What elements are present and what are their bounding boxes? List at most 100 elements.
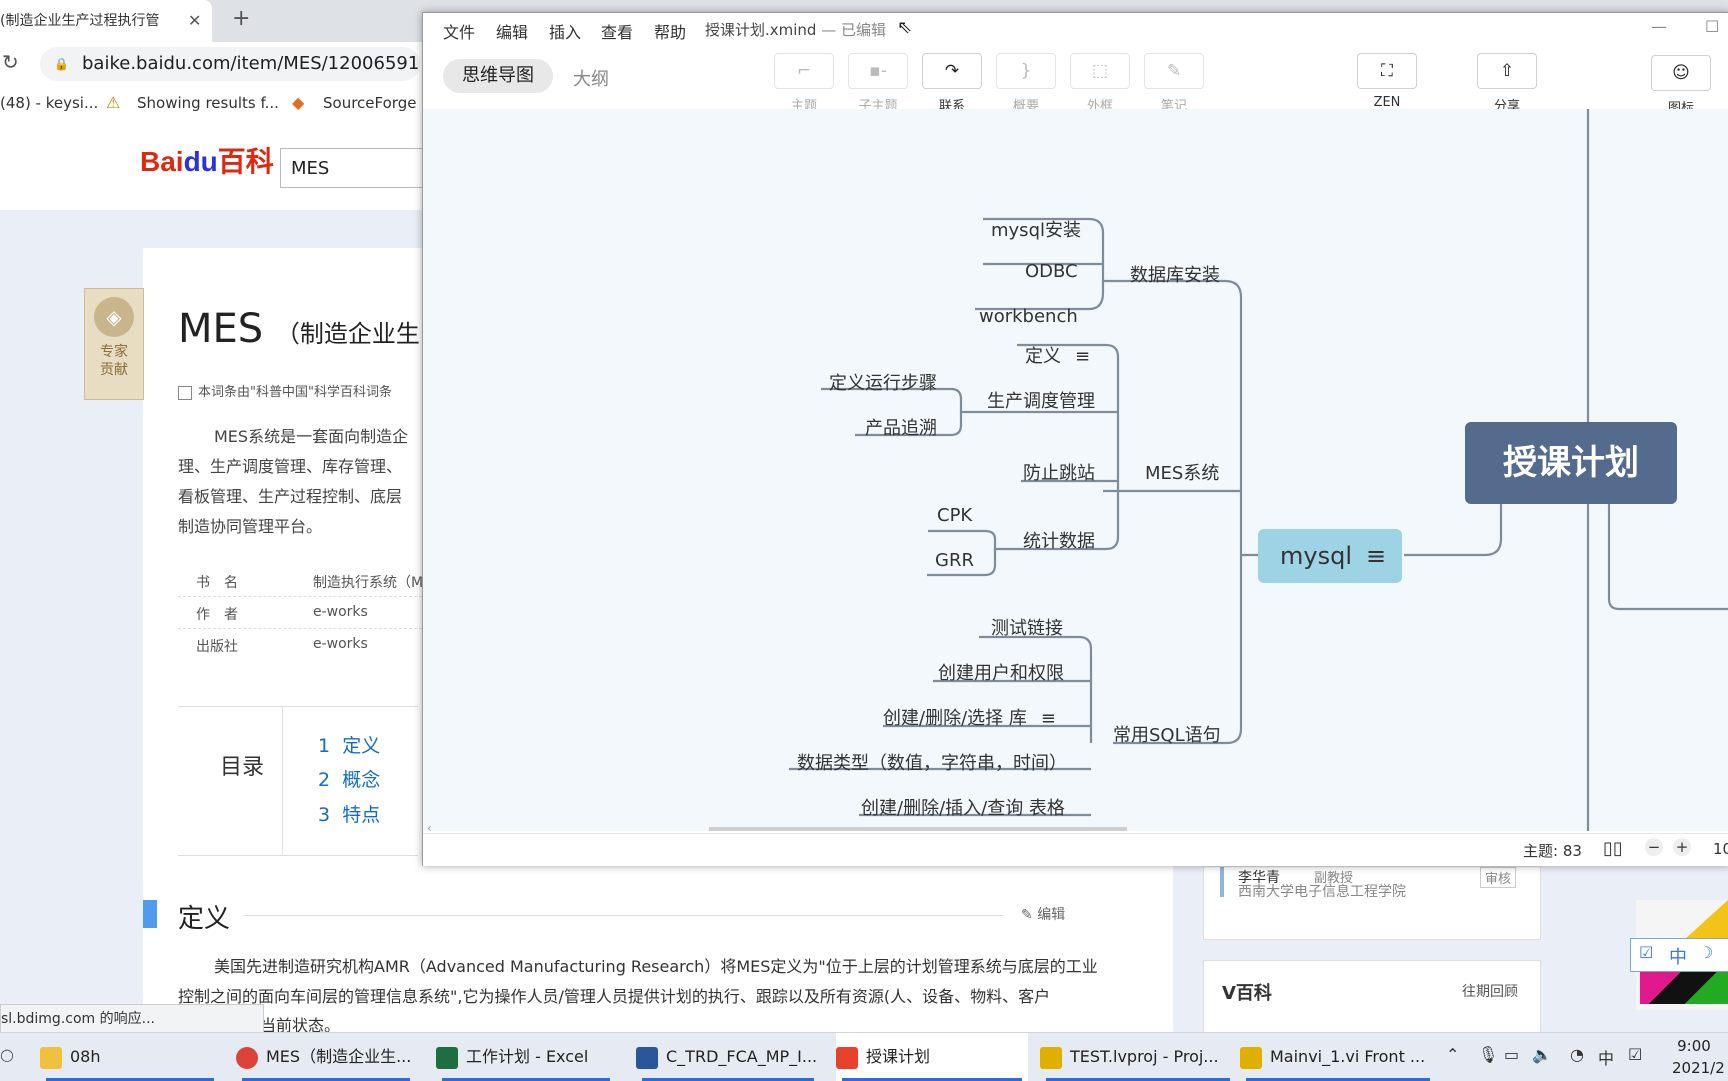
main-topic-mysql[interactable]: mysql ≡ xyxy=(1258,529,1402,583)
main-topic-label: mysql xyxy=(1280,542,1352,570)
taskbar-item-excel[interactable]: 工作计划 - Excel xyxy=(436,1033,616,1081)
toc-item-2[interactable]: 2 概念 xyxy=(318,765,380,792)
edit-button[interactable]: ✎ 编辑 xyxy=(1021,904,1065,924)
url-field[interactable]: 🔒 baike.baidu.com/item/MES/12006591 xyxy=(40,47,420,81)
baidu-baike-logo[interactable]: Baidu百科 xyxy=(140,140,274,180)
topic-workbench[interactable]: workbench xyxy=(979,306,1078,327)
speaker-icon[interactable]: 🔈 xyxy=(1532,1045,1552,1064)
ime-mode: 中 xyxy=(1669,947,1687,968)
ime-indicator[interactable]: 中 xyxy=(1598,1045,1614,1069)
notification-icon[interactable]: ☑ xyxy=(1628,1045,1642,1064)
subtopic-icon: ▪- xyxy=(848,53,908,89)
scroll-left-icon[interactable]: ‹ xyxy=(427,821,432,831)
pencil-icon: ✎ xyxy=(1021,907,1033,923)
mindmap-canvas[interactable]: 授课计划 mysql ≡ 数据库安装 mysql安装 ODBC workbench… xyxy=(423,109,1728,831)
topic-grr[interactable]: GRR xyxy=(935,550,974,571)
word-icon xyxy=(636,1046,658,1069)
topic-mysql-install[interactable]: mysql安装 xyxy=(991,216,1081,242)
topic-db-install[interactable]: 数据库安装 xyxy=(1130,261,1220,287)
summary-line: MES系统是一套面向制造企 xyxy=(214,427,409,446)
relationship-icon: ↷ xyxy=(922,53,982,89)
status-url: sl.bdimg.com 的响应... xyxy=(0,1004,264,1034)
topic-create-user[interactable]: 创建用户和权限 xyxy=(938,659,1064,685)
taskbar-item-labview-project[interactable]: TEST.lvproj - Proj... xyxy=(1040,1033,1236,1081)
vbaike-title: V百科 xyxy=(1222,983,1272,1004)
toc-item-1[interactable]: 1 定义 xyxy=(318,731,380,758)
menu-file[interactable]: 文件 xyxy=(443,19,475,43)
tab-outline[interactable]: 大纲 xyxy=(573,65,609,91)
topic-test-link[interactable]: 测试链接 xyxy=(991,614,1063,640)
past-link[interactable]: 往期回顾 xyxy=(1462,981,1518,1001)
expert-badge[interactable]: ◈ 专家贡献 xyxy=(84,288,144,400)
topic-db-ops[interactable]: 创建/删除/选择 库 ≡ xyxy=(883,704,1056,730)
section-header: 定义 ✎ 编辑 xyxy=(143,898,1083,934)
file-name: 授课计划.xmind xyxy=(705,21,817,39)
info-value: e-works xyxy=(313,604,368,620)
close-icon[interactable]: ✕ xyxy=(188,0,201,42)
clock[interactable]: 9:00 2021/2 xyxy=(1672,1035,1725,1079)
clock-date: 2021/2 xyxy=(1672,1059,1725,1077)
reload-icon[interactable]: ↻ xyxy=(2,50,19,74)
search-icon[interactable]: ○ xyxy=(0,1045,14,1064)
info-value: e-works xyxy=(313,636,368,652)
horizontal-scrollbar[interactable] xyxy=(709,827,1127,831)
bookmark-item[interactable]: (48) - keysi... xyxy=(0,94,98,112)
topic-table-ops[interactable]: 创建/删除/插入/查询 表格 xyxy=(861,794,1065,820)
zoom-in-button[interactable]: + xyxy=(1673,838,1691,856)
topic-mes-system[interactable]: MES系统 xyxy=(1145,459,1219,485)
bookmark-item[interactable]: SourceForge - xyxy=(323,94,427,112)
battery-icon[interactable]: ▭ xyxy=(1504,1045,1519,1064)
xmind-icon xyxy=(836,1046,858,1069)
topic-odbc[interactable]: ODBC xyxy=(1025,261,1078,282)
expert-icon: ◈ xyxy=(94,297,134,337)
topic-statistics[interactable]: 统计数据 xyxy=(1023,527,1095,553)
chevron-up-icon[interactable]: ⌃ xyxy=(1446,1045,1459,1064)
topic-label: 创建/删除/选择 库 xyxy=(883,708,1027,729)
title-sub: （制造企业生 xyxy=(275,320,420,348)
menu-help[interactable]: 帮助 xyxy=(654,19,686,43)
taskbar-item-labview-vi[interactable]: Mainvi_1.vi Front ... xyxy=(1240,1033,1436,1081)
central-topic[interactable]: 授课计划 xyxy=(1465,422,1677,504)
zoom-out-button[interactable]: − xyxy=(1645,838,1663,856)
maximize-icon[interactable]: ☐ xyxy=(1705,17,1719,36)
toc-label: 特点 xyxy=(342,804,381,826)
menu-insert[interactable]: 插入 xyxy=(549,19,581,43)
topic-anti-skip[interactable]: 防止跳站 xyxy=(1023,459,1095,485)
topic-common-sql[interactable]: 常用SQL语句 xyxy=(1113,721,1221,747)
menu-edit[interactable]: 编辑 xyxy=(496,19,528,43)
tab-mindmap[interactable]: 思维导图 xyxy=(443,59,553,93)
wifi-icon[interactable]: ◔ xyxy=(1570,1045,1584,1064)
topic-traceability[interactable]: 产品追溯 xyxy=(865,414,937,440)
info-key: 作 者 xyxy=(196,607,238,623)
new-tab-button[interactable]: + xyxy=(232,6,250,31)
taskbar-item-chrome[interactable]: MES（制造企业生... xyxy=(236,1033,416,1081)
taskbar-label: TEST.lvproj - Proj... xyxy=(1070,1047,1219,1066)
ime-toolbar[interactable]: ☑ 中 ☽ xyxy=(1630,938,1728,972)
source-note-text: 本词条由"科普中国"科学百科词条 xyxy=(198,385,392,400)
taskbar-label: 工作计划 - Excel xyxy=(466,1047,589,1066)
taskbar-item-folder[interactable]: 08h xyxy=(40,1033,220,1081)
topic-definition[interactable]: 定义 ≡ xyxy=(1025,342,1090,368)
topic-run-steps[interactable]: 定义运行步骤 xyxy=(829,369,937,395)
menu-view[interactable]: 查看 xyxy=(601,19,633,43)
toc-item-3[interactable]: 3 特点 xyxy=(318,800,380,827)
taskbar-item-xmind[interactable]: 授课计划 xyxy=(836,1033,1028,1081)
minimize-icon[interactable]: — xyxy=(1651,17,1667,36)
notes-icon: ✎ xyxy=(1144,53,1204,89)
bookmark-item[interactable]: Showing results f... xyxy=(137,94,279,112)
xmind-window: 文件 编辑 插入 查看 帮助 授课计划.xmind — 已编辑 ⇖ — ☐ 思维… xyxy=(422,12,1728,866)
browser-tab-mes[interactable]: (制造企业生产过程执行管 ✕ xyxy=(0,0,212,42)
search-input[interactable]: MES xyxy=(280,148,440,188)
topic-cpk[interactable]: CPK xyxy=(937,505,972,526)
toc-num: 1 xyxy=(318,735,331,757)
topic-data-types[interactable]: 数据类型（数值，字符串，时间） xyxy=(797,749,1067,775)
topic-scheduling[interactable]: 生产调度管理 xyxy=(987,387,1095,413)
microphone-icon[interactable]: 🎙 xyxy=(1478,1045,1498,1064)
topic-label: 定义 xyxy=(1025,346,1061,367)
taskbar: ○ 08h MES（制造企业生... 工作计划 - Excel C_TRD_FC… xyxy=(0,1032,1728,1081)
title-main: MES xyxy=(178,306,264,352)
book-icon[interactable]: ▯▯ xyxy=(1603,838,1623,859)
chrome-icon xyxy=(236,1046,258,1069)
menu-bar: 文件 编辑 插入 查看 帮助 授课计划.xmind — 已编辑 ⇖ — ☐ xyxy=(423,13,1728,43)
taskbar-item-word[interactable]: C_TRD_FCA_MP_I... xyxy=(636,1033,820,1081)
